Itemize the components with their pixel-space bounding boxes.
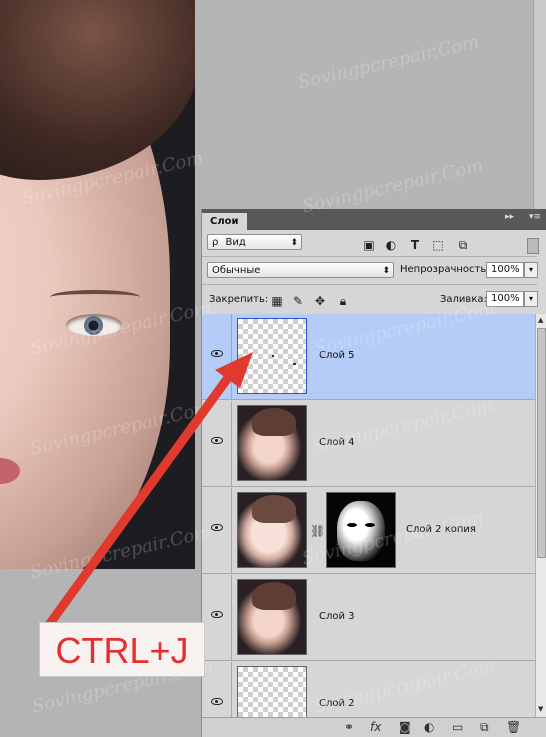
iris xyxy=(84,316,103,335)
shape-filter-icon[interactable]: ⬚ xyxy=(431,238,445,252)
folder-icon[interactable]: ▭ xyxy=(452,720,463,734)
new-layer-icon[interactable]: ⧉ xyxy=(480,720,489,735)
visibility-toggle[interactable] xyxy=(202,662,232,717)
layer-row-2-copy[interactable]: ⛓ Слой 2 копия xyxy=(202,488,535,574)
layer-row-4[interactable]: Слой 4 xyxy=(202,401,535,487)
divider xyxy=(202,284,537,285)
opacity-input[interactable]: 100% xyxy=(486,262,524,278)
lock-label: Закрепить: xyxy=(209,294,269,305)
layer-thumbnail[interactable] xyxy=(237,579,307,655)
scroll-down-icon[interactable]: ▼ xyxy=(538,705,543,713)
search-icon: ρ xyxy=(212,237,219,248)
filter-kind-select[interactable]: ρ Вид ⬍ xyxy=(207,234,302,250)
layer-mask-thumbnail[interactable] xyxy=(326,492,396,568)
mask-icon[interactable]: ◙ xyxy=(399,720,411,734)
layers-scrollbar[interactable]: ▲ ▼ xyxy=(535,314,546,717)
panel-tabbar: Слои ▸▸ ▾≡ xyxy=(202,209,546,230)
image-filter-icon[interactable]: ▣ xyxy=(362,238,376,252)
adjustment-icon[interactable]: ◐ xyxy=(424,720,434,734)
eye-icon xyxy=(211,350,223,357)
lock-transparency-icon[interactable]: ▦ xyxy=(270,294,284,308)
fx-icon[interactable]: fx xyxy=(370,720,381,734)
layer-row-2[interactable]: Слой 2 xyxy=(202,662,535,717)
eye-icon xyxy=(211,437,223,444)
eyebrow xyxy=(50,290,140,304)
trash-icon[interactable]: 🗑︎ xyxy=(506,720,521,734)
collapse-icon[interactable]: ▸▸ xyxy=(505,212,514,222)
hair-image xyxy=(0,0,195,180)
tab-layers[interactable]: Слои xyxy=(202,213,247,230)
visibility-toggle[interactable] xyxy=(202,314,232,399)
layer-thumbnail[interactable] xyxy=(237,318,307,394)
layers-list: Слой 5 Слой 4 ⛓ Слой 2 копия Слой 3 Слой… xyxy=(202,314,535,717)
layer-row-5[interactable]: Слой 5 xyxy=(202,314,535,400)
filter-toggle-switch[interactable] xyxy=(527,238,539,254)
eye-icon xyxy=(211,524,223,531)
scrollbar-thumb[interactable] xyxy=(537,328,546,558)
layer-name[interactable]: Слой 5 xyxy=(319,350,355,361)
layer-name[interactable]: Слой 2 копия xyxy=(406,524,476,535)
lock-move-icon[interactable]: ✥ xyxy=(313,294,327,308)
panel-menu-icon[interactable]: ▾≡ xyxy=(529,212,541,222)
shortcut-callout: CTRL+J xyxy=(39,622,205,677)
fill-input[interactable]: 100% xyxy=(486,291,524,307)
visibility-toggle[interactable] xyxy=(202,575,232,660)
layer-name[interactable]: Слой 2 xyxy=(319,698,355,709)
divider xyxy=(202,256,537,257)
lock-all-icon[interactable]: 🔒︎ xyxy=(336,294,350,308)
canvas-background xyxy=(195,0,535,215)
layers-panel: Слои ▸▸ ▾≡ ρ Вид ⬍ ▣ ◐ T ⬚ ⧉ Обычные ⬍ Н… xyxy=(201,209,546,737)
type-filter-icon[interactable]: T xyxy=(408,238,422,252)
chain-link-icon[interactable]: ⛓ xyxy=(310,524,325,538)
panel-bottom-toolbar: ⚭ fx ◙ ◐ ▭ ⧉ 🗑︎ xyxy=(202,717,546,737)
layer-thumbnail[interactable] xyxy=(237,492,307,568)
eye xyxy=(66,314,122,336)
opacity-label: Непрозрачность: xyxy=(400,264,490,275)
layer-name[interactable]: Слой 4 xyxy=(319,437,355,448)
fill-dropdown-button[interactable]: ▾ xyxy=(524,291,538,307)
filter-kind-value: Вид xyxy=(225,237,246,248)
fill-label: Заливка: xyxy=(440,294,487,305)
layer-name[interactable]: Слой 3 xyxy=(319,611,355,622)
opacity-dropdown-button[interactable]: ▾ xyxy=(524,262,538,278)
lock-brush-icon[interactable]: ✎ xyxy=(291,294,305,308)
canvas-photo xyxy=(0,0,195,569)
visibility-toggle[interactable] xyxy=(202,401,232,486)
blend-mode-select[interactable]: Обычные ⬍ xyxy=(207,262,394,278)
link-icon[interactable]: ⚭ xyxy=(344,720,354,734)
layer-row-3[interactable]: Слой 3 xyxy=(202,575,535,661)
eye-icon xyxy=(211,698,223,705)
scroll-up-icon[interactable]: ▲ xyxy=(538,316,543,324)
updown-arrow-icon: ⬍ xyxy=(290,238,298,248)
smart-object-filter-icon[interactable]: ⧉ xyxy=(456,238,470,252)
updown-arrow-icon: ⬍ xyxy=(382,266,390,276)
canvas-scrollbar[interactable] xyxy=(533,0,546,215)
blend-mode-value: Обычные xyxy=(212,265,261,276)
adjustment-filter-icon[interactable]: ◐ xyxy=(384,238,398,252)
eye-icon xyxy=(211,611,223,618)
layer-thumbnail[interactable] xyxy=(237,405,307,481)
visibility-toggle[interactable] xyxy=(202,488,232,573)
layer-thumbnail[interactable] xyxy=(237,666,307,717)
